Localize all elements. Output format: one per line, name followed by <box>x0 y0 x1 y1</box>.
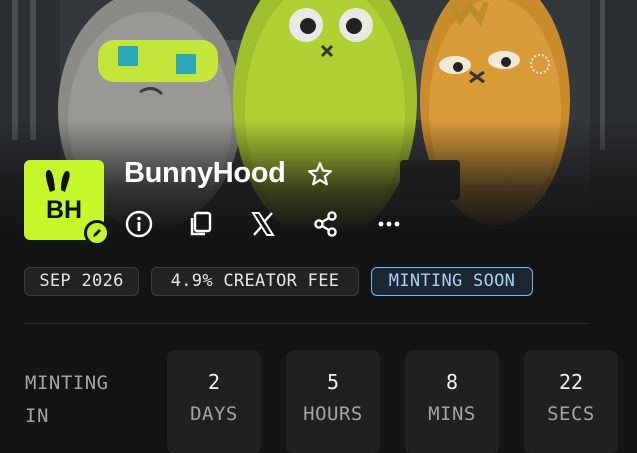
info-icon <box>125 210 153 238</box>
info-button[interactable] <box>124 209 154 239</box>
countdown-label: MINTING IN <box>25 367 109 433</box>
countdown-value: 22 <box>558 370 584 394</box>
countdown-unit: DAYS <box>190 403 238 425</box>
svg-text:BH: BH <box>46 196 82 224</box>
countdown-secs: 22 SECS <box>524 350 618 453</box>
countdown-label-line2: IN <box>25 405 49 427</box>
countdown-label-line1: MINTING <box>25 372 109 394</box>
status-badge: MINTING SOON <box>371 267 533 296</box>
creator-fee-chip: 4.9% CREATOR FEE <box>151 267 359 296</box>
countdown-unit: MINS <box>428 403 476 425</box>
x-twitter-link[interactable] <box>248 209 278 239</box>
verified-creator-badge <box>84 220 110 246</box>
more-options-button[interactable] <box>374 209 404 239</box>
countdown-value: 8 <box>445 370 459 394</box>
pencil-icon <box>93 229 101 237</box>
countdown-value: 5 <box>326 370 340 394</box>
countdown-unit: SECS <box>547 403 595 425</box>
release-date-chip: SEP 2026 <box>24 267 139 296</box>
share-button[interactable] <box>311 209 341 239</box>
countdown-value: 2 <box>207 370 221 394</box>
copy-icon <box>190 211 212 236</box>
countdown-unit: HOURS <box>303 403 363 425</box>
more-icon <box>378 221 400 227</box>
collection-title: BunnyHood <box>124 157 286 189</box>
copy-button[interactable] <box>186 209 216 239</box>
section-divider <box>24 323 590 324</box>
countdown-hours: 5 HOURS <box>286 350 380 453</box>
star-outline-icon[interactable] <box>306 160 334 188</box>
countdown-days: 2 DAYS <box>167 350 261 453</box>
share-icon <box>314 211 337 237</box>
x-logo-icon <box>251 212 275 236</box>
countdown-mins: 8 MINS <box>405 350 499 453</box>
